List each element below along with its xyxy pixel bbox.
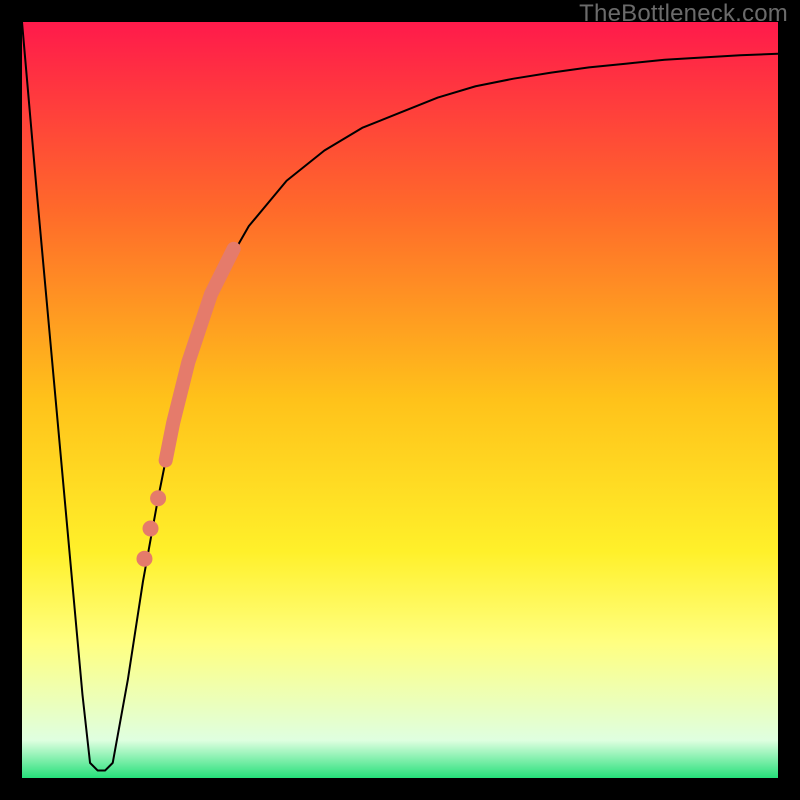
plot-background xyxy=(22,22,778,778)
highlight-dot xyxy=(150,490,166,506)
highlight-dot xyxy=(136,551,152,567)
watermark-label: TheBottleneck.com xyxy=(579,0,788,28)
chart-svg xyxy=(0,0,800,800)
bottleneck-chart: TheBottleneck.com xyxy=(0,0,800,800)
highlight-dot xyxy=(143,521,159,537)
